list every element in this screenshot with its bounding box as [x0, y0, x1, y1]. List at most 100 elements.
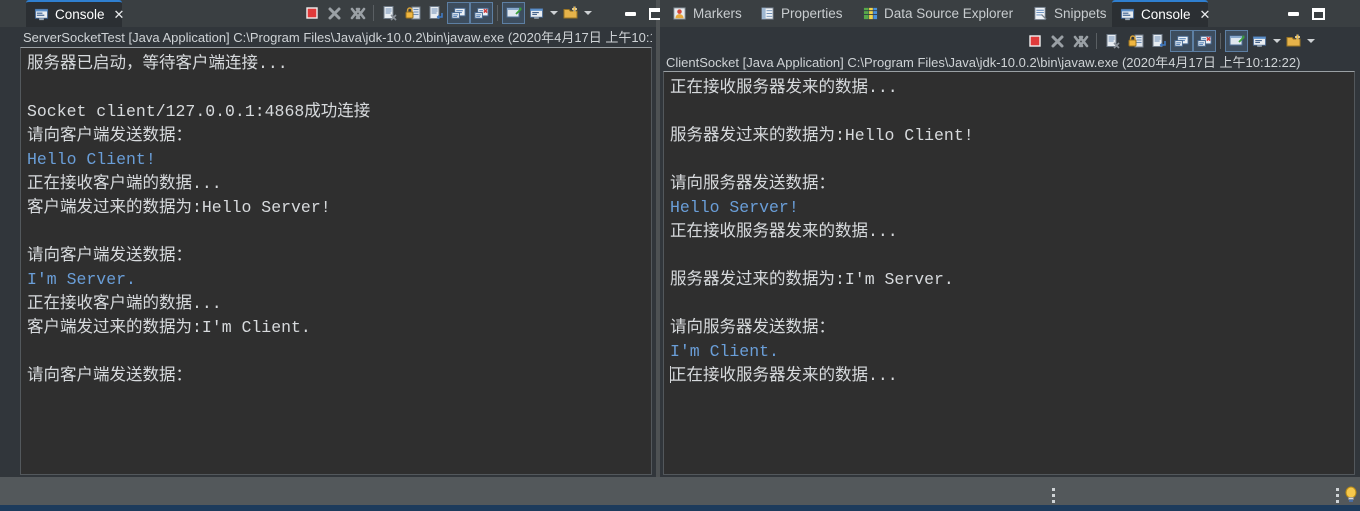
tab-console-left[interactable]: Console ✕: [26, 0, 125, 27]
console-icon: [1120, 8, 1135, 21]
tab-label: Markers: [693, 6, 742, 21]
console-line: 正在接收服务器发来的数据...: [670, 78, 898, 97]
console-line: 客户端发过来的数据为:Hello Server!: [27, 198, 331, 217]
chevron-down-icon: [549, 11, 558, 15]
remove-launch-button[interactable]: [323, 2, 346, 24]
console-line: 请向客户端发送数据：: [27, 366, 192, 385]
close-icon[interactable]: ✕: [1200, 8, 1211, 21]
pin-console-icon: [1229, 35, 1245, 46]
word-wrap-button[interactable]: [1147, 30, 1170, 52]
tab-properties[interactable]: Properties: [752, 0, 852, 27]
open-console-button[interactable]: [1282, 30, 1305, 52]
maximize-icon[interactable]: [1312, 8, 1325, 20]
stop-square-icon: [305, 7, 318, 19]
left-launch-config-label: ServerSocketTest [Java Application] C:\P…: [23, 30, 652, 45]
display-selected-console-caret[interactable]: [1271, 30, 1282, 52]
minimize-icon[interactable]: [625, 12, 636, 16]
console-line: I'm Server.: [27, 270, 136, 289]
toolbar-separator: [1096, 33, 1097, 49]
pin-console-button[interactable]: [502, 2, 525, 24]
clear-console-button[interactable]: [1101, 30, 1124, 52]
display-selected-console-button[interactable]: [1248, 30, 1271, 52]
left-resize-grip[interactable]: [1052, 488, 1055, 503]
tab-console-right[interactable]: Console ✕: [1112, 0, 1211, 27]
minimize-icon[interactable]: [1288, 12, 1299, 16]
tab-label: Console: [1141, 7, 1191, 22]
tab-snippets[interactable]: Snippets: [1025, 0, 1116, 27]
console-stdout-icon: [451, 7, 466, 19]
console-line: 服务器发过来的数据为:Hello Client!: [670, 126, 974, 145]
left-tabbar: Console ✕: [0, 0, 662, 27]
status-bar: [0, 477, 1360, 511]
remove-all-terminated-button[interactable]: [1069, 30, 1092, 52]
clear-console-icon: [383, 6, 397, 21]
console-line: Socket client/127.0.0.1:4868成功连接: [27, 102, 371, 121]
console-line: 请向服务器发送数据：: [670, 174, 835, 193]
chevron-down-icon: [583, 11, 592, 15]
tab-label: Snippets: [1054, 6, 1107, 21]
word-wrap-icon: [1152, 34, 1166, 48]
tab-label: Console: [55, 7, 105, 22]
eclipse-window: Console ✕ ServerSocketTest [Java Applica…: [0, 0, 1360, 511]
toolbar-separator-2: [1220, 33, 1221, 49]
show-console-on-output-button[interactable]: [1170, 30, 1193, 52]
right-console-output[interactable]: 正在接收服务器发来的数据... 服务器发过来的数据为:Hello Client!…: [663, 71, 1355, 475]
open-console-caret[interactable]: [582, 2, 593, 24]
console-line: 正在接收客户端的数据...: [27, 174, 222, 193]
snippets-icon: [1034, 6, 1047, 21]
clear-console-icon: [1106, 34, 1120, 49]
show-console-on-error-button[interactable]: [1193, 30, 1216, 52]
console-icon: [34, 8, 49, 21]
x-icon: [328, 7, 341, 19]
right-launch-config-label: ClientSocket [Java Application] C:\Progr…: [666, 55, 1301, 70]
status-accent-bar: [0, 505, 1360, 511]
show-console-on-output-button[interactable]: [447, 2, 470, 24]
tab-markers[interactable]: Markers: [664, 0, 751, 27]
display-console-icon: [1252, 35, 1267, 47]
console-line: 请向服务器发送数据：: [670, 318, 835, 337]
double-x-icon: [350, 7, 365, 19]
terminate-button[interactable]: [1023, 30, 1046, 52]
tab-label: Properties: [781, 6, 843, 21]
console-line: Hello Server!: [670, 198, 799, 217]
word-wrap-button[interactable]: [424, 2, 447, 24]
right-console-toolbar: [1023, 29, 1316, 53]
clear-console-button[interactable]: [378, 2, 401, 24]
display-selected-console-caret[interactable]: [548, 2, 559, 24]
scroll-lock-button[interactable]: [1124, 30, 1147, 52]
close-icon[interactable]: ✕: [114, 8, 125, 21]
console-line: 服务器发过来的数据为:I'm Server.: [670, 270, 954, 289]
open-console-caret[interactable]: [1305, 30, 1316, 52]
double-x-icon: [1073, 35, 1088, 47]
tab-data-source-explorer[interactable]: Data Source Explorer: [855, 0, 1022, 27]
remove-all-terminated-button[interactable]: [346, 2, 369, 24]
scroll-lock-button[interactable]: [401, 2, 424, 24]
right-console-panel: Markers Properties Data Source Explorer: [660, 0, 1360, 481]
console-line: Hello Client!: [27, 150, 156, 169]
left-console-toolbar: [300, 1, 593, 25]
remove-launch-button[interactable]: [1046, 30, 1069, 52]
left-console-output[interactable]: 服务器已启动，等待客户端连接... Socket client/127.0.0.…: [20, 47, 652, 475]
toolbar-separator: [373, 5, 374, 21]
console-stderr-icon: [1197, 35, 1212, 47]
pin-console-button[interactable]: [1225, 30, 1248, 52]
console-line: 正在接收服务器发来的数据...: [670, 222, 898, 241]
right-tabbar: Markers Properties Data Source Explorer: [660, 0, 1360, 27]
open-console-button[interactable]: [559, 2, 582, 24]
display-console-icon: [529, 7, 544, 19]
left-window-buttons: [625, 2, 662, 26]
right-resize-grip[interactable]: [1336, 488, 1339, 503]
show-console-on-error-button[interactable]: [470, 2, 493, 24]
text-caret: [670, 366, 671, 383]
new-console-icon: [563, 6, 577, 19]
markers-icon: [673, 7, 686, 20]
console-line: 正在接收客户端的数据...: [27, 294, 222, 313]
console-line: 服务器已启动，等待客户端连接...: [27, 54, 288, 73]
display-selected-console-button[interactable]: [525, 2, 548, 24]
console-stderr-icon: [474, 7, 489, 19]
terminate-button[interactable]: [300, 2, 323, 24]
